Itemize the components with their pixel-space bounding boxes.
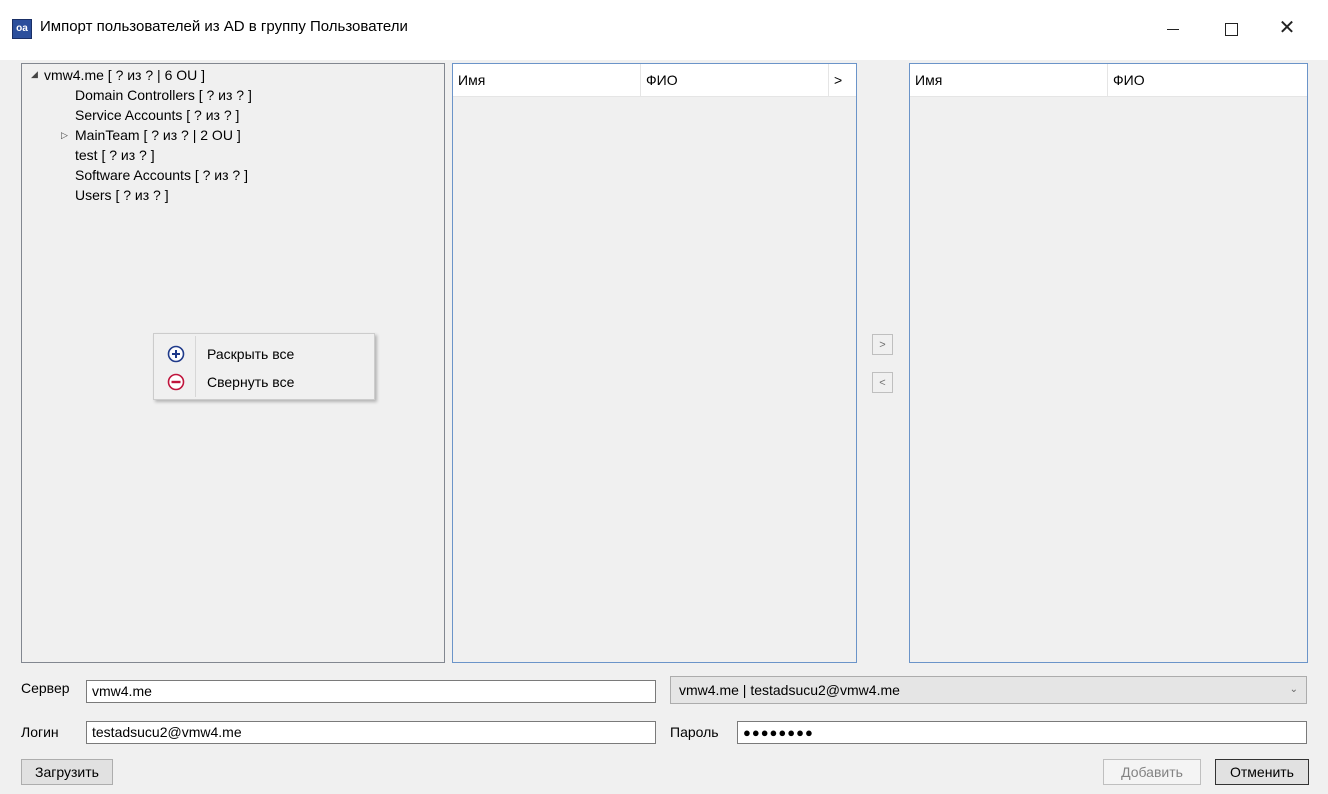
move-left-button[interactable]: <: [872, 372, 893, 393]
collapse-arrow-icon[interactable]: ◢: [31, 69, 38, 80]
password-input[interactable]: ●●●●●●●●: [737, 721, 1307, 744]
list-header: Имя ФИО >: [453, 64, 856, 97]
plus-circle-icon: [167, 345, 185, 363]
connection-select-value: vmw4.me | testadsucu2@vmw4.me: [679, 682, 900, 698]
move-right-button[interactable]: >: [872, 334, 893, 355]
list-header: Имя ФИО: [910, 64, 1307, 97]
menu-item-label: Раскрыть все: [207, 346, 295, 362]
add-button[interactable]: Добавить: [1103, 759, 1201, 785]
menu-item-collapse-all[interactable]: Свернуть все: [156, 368, 372, 396]
tree-item-test[interactable]: test [ ? из ? ]: [75, 145, 155, 165]
tree-item-users[interactable]: Users [ ? из ? ]: [75, 185, 169, 205]
maximize-button[interactable]: [1208, 10, 1254, 46]
tree-item-mainteam[interactable]: MainTeam [ ? из ? | 2 OU ]: [75, 125, 241, 145]
password-label: Пароль: [670, 724, 719, 740]
server-label: Сервер: [21, 680, 70, 696]
target-user-list[interactable]: Имя ФИО: [909, 63, 1308, 663]
minimize-icon: [1167, 28, 1179, 30]
minus-circle-icon: [167, 373, 185, 391]
context-menu: Раскрыть все Свернуть все: [153, 333, 375, 400]
menu-item-label: Свернуть все: [207, 374, 295, 390]
connection-select[interactable]: vmw4.me | testadsucu2@vmw4.me ⌄: [670, 676, 1307, 704]
app-icon: oa: [12, 19, 32, 39]
cancel-button[interactable]: Отменить: [1215, 759, 1309, 785]
minimize-button[interactable]: [1150, 10, 1196, 46]
column-header-fio[interactable]: ФИО: [1108, 64, 1307, 96]
tree-item-domain-controllers[interactable]: Domain Controllers [ ? из ? ]: [75, 85, 252, 105]
login-input[interactable]: testadsucu2@vmw4.me: [86, 721, 656, 744]
menu-item-expand-all[interactable]: Раскрыть все: [156, 340, 372, 368]
window-title: Импорт пользователей из AD в группу Поль…: [40, 18, 408, 35]
column-header-fio[interactable]: ФИО: [641, 64, 829, 96]
column-header-name[interactable]: Имя: [453, 64, 641, 96]
chevron-down-icon: ⌄: [1289, 684, 1298, 695]
tree-item-service-accounts[interactable]: Service Accounts [ ? из ? ]: [75, 105, 239, 125]
column-header-name[interactable]: Имя: [910, 64, 1108, 96]
maximize-icon: [1224, 22, 1238, 36]
close-button[interactable]: ✕: [1264, 10, 1310, 46]
load-button[interactable]: Загрузить: [21, 759, 113, 785]
expand-arrow-icon[interactable]: ▷: [61, 130, 68, 141]
source-user-list[interactable]: Имя ФИО >: [452, 63, 857, 663]
login-label: Логин: [21, 724, 59, 740]
column-overflow-button[interactable]: >: [829, 64, 856, 96]
tree-item-root[interactable]: vmw4.me [ ? из ? | 6 OU ]: [44, 65, 205, 85]
title-bar: oa Импорт пользователей из AD в группу П…: [0, 0, 1328, 60]
tree-item-software-accounts[interactable]: Software Accounts [ ? из ? ]: [75, 165, 248, 185]
server-input[interactable]: vmw4.me: [86, 680, 656, 703]
